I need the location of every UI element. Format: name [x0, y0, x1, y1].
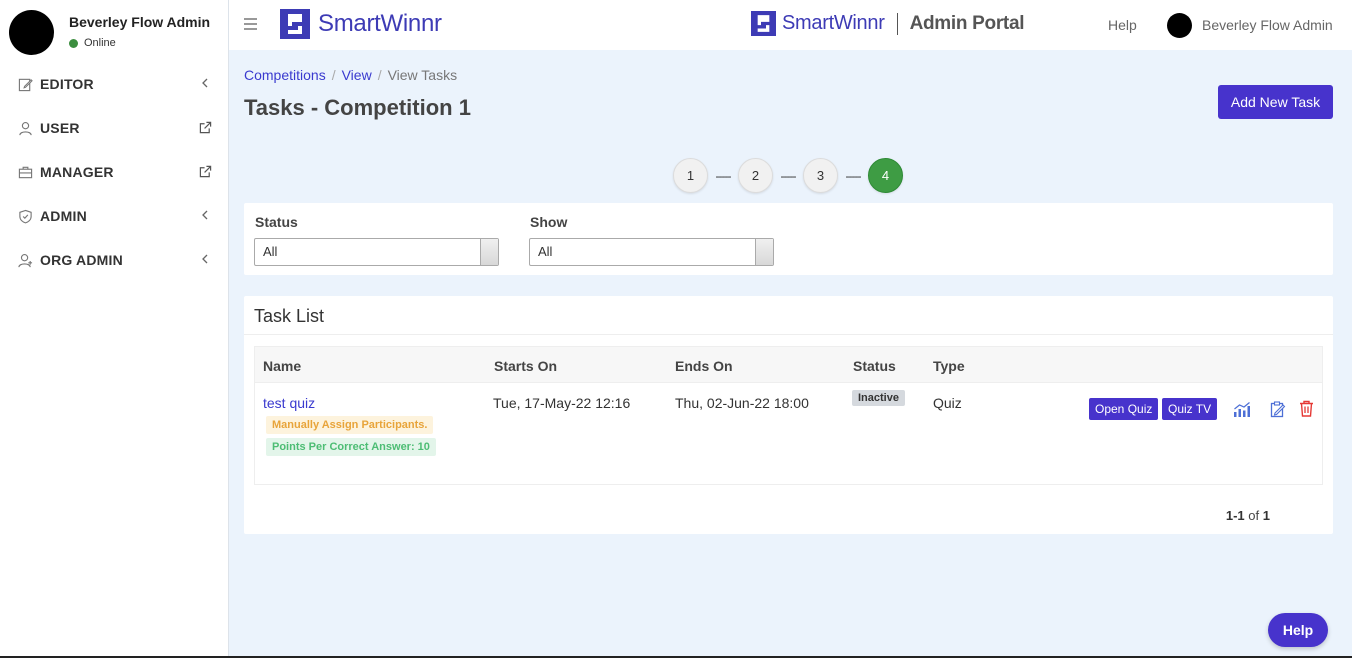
external-link-icon [198, 164, 212, 178]
sidebar-menu: EDITOR USER MANAGER ADMIN ORG ADMIN [0, 62, 228, 282]
sidebar-item-label: ORG ADMIN [40, 252, 123, 268]
step-connector: ----- [845, 168, 862, 183]
sidebar-item-label: EDITOR [40, 76, 94, 92]
step-connector: ----- [715, 168, 732, 183]
status-filter-select[interactable]: All [254, 238, 499, 266]
smartwinnr-logo-icon [280, 9, 310, 39]
breadcrumb: Competitions / View / View Tasks [244, 67, 457, 83]
status-text: Online [84, 37, 116, 49]
step-indicator: 1 ----- 2 ----- 3 ----- 4 [673, 158, 903, 193]
delete-trash-icon[interactable] [1296, 398, 1316, 418]
breadcrumb-view[interactable]: View [342, 67, 372, 83]
step-2[interactable]: 2 [738, 158, 773, 193]
show-filter-select[interactable]: All [529, 238, 774, 266]
task-list-card: Task List Name Starts On Ends On Status … [244, 296, 1333, 534]
header-help-link[interactable]: Help [1108, 17, 1137, 33]
page-title: Tasks - Competition 1 [244, 95, 471, 120]
breadcrumb-competitions[interactable]: Competitions [244, 67, 326, 83]
task-name-link[interactable]: test quiz [263, 395, 315, 411]
top-header: SmartWinnr SmartWinnr Admin Portal Help … [229, 0, 1352, 50]
smartwinnr-logo-icon [751, 11, 776, 36]
type-value: Quiz [933, 395, 962, 411]
chevron-left-icon [198, 76, 212, 90]
quiz-tv-button[interactable]: Quiz TV [1162, 398, 1218, 420]
sidebar-item-admin[interactable]: ADMIN [0, 194, 228, 238]
divider [244, 334, 1333, 335]
column-header-ends-on[interactable]: Ends On [675, 358, 733, 374]
open-quiz-button[interactable]: Open Quiz [1089, 398, 1159, 420]
sidebar: Beverley Flow Admin Online EDITOR USER M… [0, 0, 229, 658]
external-link-icon [198, 120, 212, 134]
sidebar-item-user[interactable]: USER [0, 106, 228, 150]
status-filter-label: Status [255, 214, 298, 230]
portal-brand-name: SmartWinnr [782, 12, 885, 34]
starts-on-value: Tue, 17-May-22 12:16 [493, 395, 631, 411]
select-arrow-icon [480, 239, 498, 265]
sidebar-item-label: MANAGER [40, 164, 114, 180]
user-icon [17, 120, 33, 136]
online-dot-icon [69, 38, 78, 48]
sidebar-item-label: USER [40, 120, 80, 136]
assignment-badge: Manually Assign Participants. [266, 416, 434, 434]
user-panel: Beverley Flow Admin Online [0, 0, 228, 62]
filter-panel: Status All Show All [244, 203, 1333, 275]
portal-label: Admin Portal [909, 12, 1025, 34]
sidebar-item-label: ADMIN [40, 208, 87, 224]
ends-on-value: Thu, 02-Jun-22 18:00 [675, 395, 809, 411]
user-group-icon [17, 252, 33, 268]
edit-icon [17, 76, 33, 92]
briefcase-icon [17, 164, 33, 180]
step-connector: ----- [780, 168, 797, 183]
select-arrow-icon [755, 239, 773, 265]
points-badge: Points Per Correct Answer: 10 [266, 438, 436, 456]
pagination-total: 1 [1262, 508, 1270, 523]
sidebar-user-name: Beverley Flow Admin [69, 14, 211, 30]
status-filter-value: All [263, 244, 278, 259]
table-header: Name Starts On Ends On Status Type [255, 347, 1322, 383]
sidebar-item-manager[interactable]: MANAGER [0, 150, 228, 194]
admin-portal-brand: SmartWinnr Admin Portal [751, 11, 1025, 36]
chevron-left-icon [198, 252, 212, 266]
header-avatar[interactable] [1167, 13, 1192, 38]
task-table: Name Starts On Ends On Status Type test … [254, 346, 1323, 485]
help-fab-button[interactable]: Help [1268, 613, 1328, 647]
shield-icon [17, 208, 33, 224]
step-4-active[interactable]: 4 [868, 158, 903, 193]
breadcrumb-separator: / [377, 67, 382, 83]
online-status: Online [69, 37, 116, 49]
chevron-left-icon [198, 208, 212, 222]
hamburger-menu-icon[interactable] [244, 18, 257, 30]
column-header-starts-on[interactable]: Starts On [494, 358, 557, 374]
show-filter-label: Show [530, 214, 568, 230]
brand-divider [896, 12, 898, 35]
show-filter-value: All [538, 244, 553, 259]
task-list-title: Task List [254, 306, 325, 326]
brand-name: SmartWinnr [318, 10, 442, 37]
brand-logo[interactable]: SmartWinnr [280, 9, 442, 39]
pagination-info: 1-1 of 1 [1226, 508, 1270, 523]
avatar[interactable] [9, 10, 54, 55]
status-badge: Inactive [852, 390, 905, 406]
step-3[interactable]: 3 [803, 158, 838, 193]
pagination-range: 1-1 [1225, 508, 1245, 523]
breadcrumb-current: View Tasks [387, 67, 458, 83]
column-header-name[interactable]: Name [263, 358, 301, 374]
header-user-name[interactable]: Beverley Flow Admin [1202, 17, 1333, 33]
step-1[interactable]: 1 [673, 158, 708, 193]
add-new-task-button[interactable]: Add New Task [1218, 85, 1333, 119]
pagination-of: of [1248, 508, 1260, 523]
column-header-type[interactable]: Type [933, 358, 965, 374]
breadcrumb-separator: / [331, 67, 336, 83]
edit-task-icon[interactable] [1268, 399, 1288, 419]
column-header-status[interactable]: Status [853, 358, 896, 374]
analytics-chart-icon[interactable] [1232, 399, 1252, 419]
sidebar-item-editor[interactable]: EDITOR [0, 62, 228, 106]
sidebar-item-org-admin[interactable]: ORG ADMIN [0, 238, 228, 282]
